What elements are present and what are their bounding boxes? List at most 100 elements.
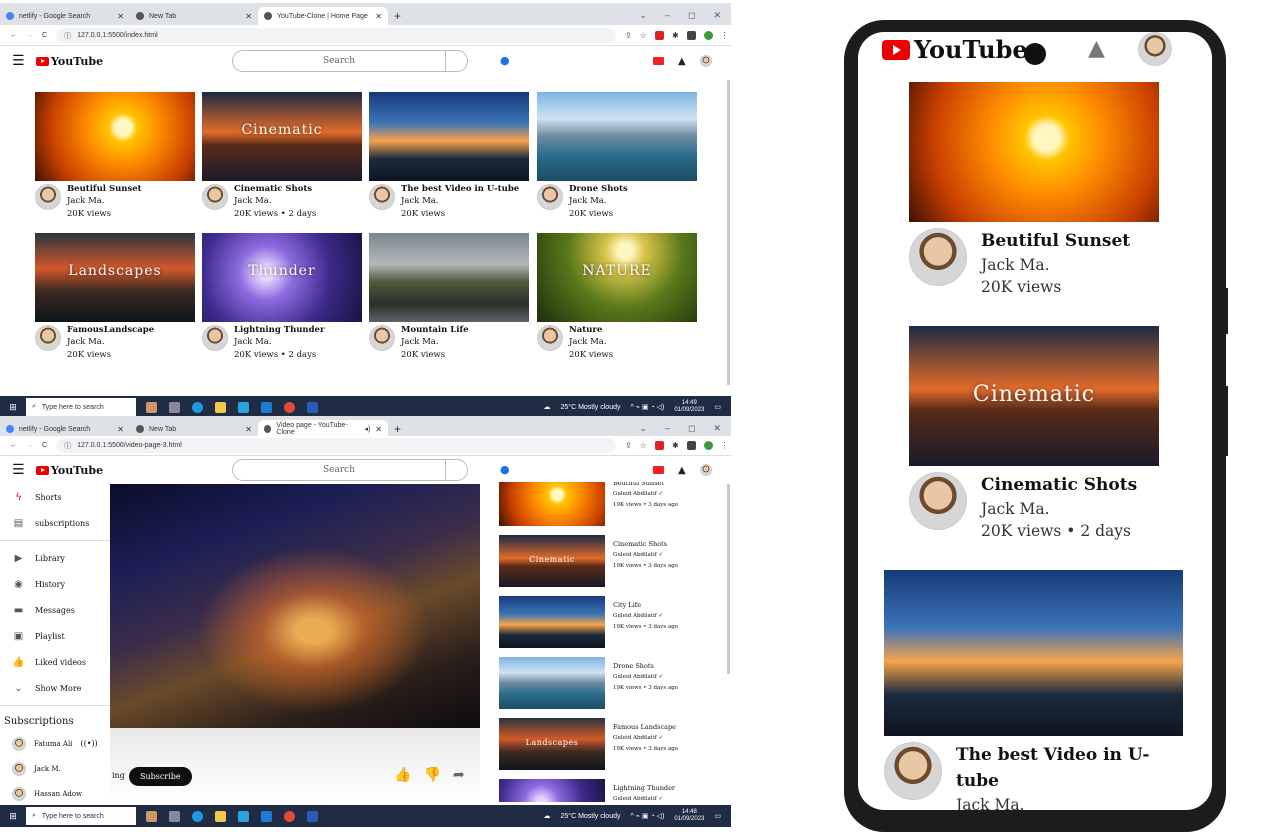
related-video-item[interactable]: Drone Shots Guleid Abdilatif ✓ 19K views… [499,657,719,718]
youtube-logo[interactable]: YouTube [36,55,103,68]
video-thumbnail[interactable]: Thunder [202,233,362,322]
channel-avatar[interactable] [35,184,61,210]
subscription-item[interactable]: Fatuma Ali ((•)) [0,731,110,756]
clock[interactable]: 14:49 01/09/2023 [674,400,704,414]
hamburger-icon[interactable]: ☰ [12,53,36,69]
related-thumbnail[interactable] [499,657,605,709]
reload-icon[interactable]: C [42,442,47,449]
share-icon[interactable]: ⇪ [625,31,632,40]
sidebar-item-subscriptions[interactable]: ▤ subscriptions [0,510,110,536]
phone-video-card[interactable]: The best Video in U-tube Jack Ma. 20K vi… [884,570,1183,810]
related-video-item[interactable]: Lightning Thunder Guleid Abdilatif ✓ [499,779,719,802]
video-thumbnail[interactable] [369,233,529,322]
store-icon[interactable] [238,810,249,822]
tray-icons[interactable]: ^ ⌁ ▣ ◔ ◁) [631,403,665,411]
menu-icon[interactable]: ⋮ [721,31,729,40]
video-thumbnail[interactable] [884,570,1183,736]
channel-name[interactable]: Jack Ma. [981,254,1130,276]
related-title[interactable]: Cinematic Shots [613,539,678,550]
channel-name[interactable]: Jack Ma. [401,195,519,208]
minimize-button[interactable]: – [665,423,670,433]
notification-icon[interactable]: ▭ [714,403,721,411]
video-title[interactable]: Cinematic Shots [234,184,316,195]
channel-name[interactable]: Jack Ma. [67,195,142,208]
related-video-item[interactable]: Landscapes Famous Landscape Guleid Abdil… [499,718,719,779]
reload-icon[interactable]: C [42,32,47,39]
video-title[interactable]: Drone Shots [569,184,628,195]
video-title[interactable]: Cinematic Shots [981,472,1137,498]
video-thumbnail[interactable] [35,92,195,181]
puzzle-icon[interactable]: ✱ [672,31,679,40]
store-icon[interactable] [238,401,249,413]
channel-avatar[interactable] [909,228,967,286]
related-title[interactable]: City Life [613,600,678,611]
sidebar-item-shorts[interactable]: ϟ Shorts [0,484,110,510]
search-button[interactable] [445,460,467,480]
channel-avatar[interactable] [369,184,395,210]
video-card[interactable]: Landscapes FamousLandscape Jack Ma. 20K … [35,233,195,361]
related-thumbnail[interactable]: Cinematic [499,535,605,587]
tray-icons[interactable]: ^ ⌁ ▣ ◔ ◁) [631,812,665,820]
hamburger-icon[interactable]: ☰ [12,462,36,478]
close-icon[interactable]: ✕ [375,12,382,21]
channel-avatar[interactable] [35,325,61,351]
sidebar-icon[interactable] [686,441,696,450]
subscription-item[interactable]: Jack M. [0,756,110,781]
video-title[interactable]: The best Video in U-tube [401,184,519,195]
video-thumbnail[interactable] [909,82,1159,222]
phone-youtube-logo[interactable]: YouTube [882,35,1028,64]
sidebar-item-show-more[interactable]: ⌄ Show More [0,675,110,701]
related-video-item[interactable]: Beutiful Sunset Guleid Abdilatif ✓ 19K v… [499,482,719,535]
related-thumbnail[interactable] [499,779,605,802]
taskbar-search[interactable]: ⌕ Type here to search [26,398,136,416]
dislike-icon[interactable]: 👎 [423,767,440,783]
tab-youtube-home[interactable]: YouTube-Clone | Home Page ✕ [258,7,388,25]
puzzle-icon[interactable]: ✱ [672,441,679,450]
chevron-down-icon[interactable]: ⌄ [639,10,647,21]
video-title[interactable]: The best Video in U-tube [956,742,1183,794]
scrollbar[interactable] [727,80,730,385]
bell-icon[interactable]: ▲ [1088,36,1105,61]
forward-icon[interactable]: → [26,32,33,39]
share-icon[interactable]: ➦ [453,767,465,783]
related-title[interactable]: Famous Landscape [613,722,678,733]
subscription-item[interactable]: Hassan Adow [0,781,110,806]
channel-avatar[interactable] [909,472,967,530]
channel-avatar[interactable] [537,325,563,351]
restore-button[interactable]: ◻ [688,423,695,434]
phone-video-card[interactable]: Cinematic Cinematic Shots Jack Ma. 20K v… [909,326,1159,542]
audio-icon[interactable]: ◂) [364,425,370,433]
related-thumbnail[interactable] [499,482,605,526]
channel-name[interactable]: Jack Ma. [401,336,469,349]
related-video-item[interactable]: City Life Guleid Abdilatif ✓ 19K views •… [499,596,719,657]
subscribe-button[interactable]: Subscribe [129,767,192,786]
channel-name[interactable]: Jack Ma. [956,794,1183,810]
back-icon[interactable]: ← [10,442,17,449]
video-card[interactable]: Mountain Life Jack Ma. 20K views [369,233,529,361]
url-field[interactable]: ⓘ 127.0.0.1:5500/video-page-3.html [56,438,617,453]
url-field[interactable]: ⓘ 127.0.0.1:5500/index.html [56,28,617,43]
youtube-logo[interactable]: YouTube [36,464,103,477]
search-input[interactable]: Search [232,50,468,72]
chevron-down-icon[interactable]: ⌄ [639,423,647,434]
weather-text[interactable]: 25°C Mostly cloudy [561,813,621,820]
bell-icon[interactable]: ▲ [678,465,686,476]
video-card[interactable]: Beutiful Sunset Jack Ma. 20K views [35,92,195,220]
video-title[interactable]: FamousLandscape [67,325,154,336]
star-icon[interactable]: ☆ [640,31,647,40]
video-card[interactable]: Cinematic Cinematic Shots Jack Ma. 20K v… [202,92,362,220]
close-window-button[interactable]: ✕ [713,423,721,434]
mic-icon[interactable]: ● [500,54,510,67]
minimize-button[interactable]: – [665,10,670,20]
related-title[interactable]: Beutiful Sunset [613,482,678,489]
tab-new[interactable]: New Tab ✕ [130,7,258,25]
channel-name[interactable]: Jack Ma. [981,498,1137,520]
video-title[interactable]: Lightning Thunder [234,325,324,336]
extension-icon[interactable] [654,31,664,40]
extension-icon[interactable] [654,441,664,450]
related-thumbnail[interactable] [499,596,605,648]
flower-widget-icon[interactable] [146,401,157,413]
close-icon[interactable]: ✕ [117,425,124,434]
channel-name[interactable]: Jack Ma. [569,195,628,208]
taskbar-search[interactable]: ⌕ Type here to search [26,807,136,825]
